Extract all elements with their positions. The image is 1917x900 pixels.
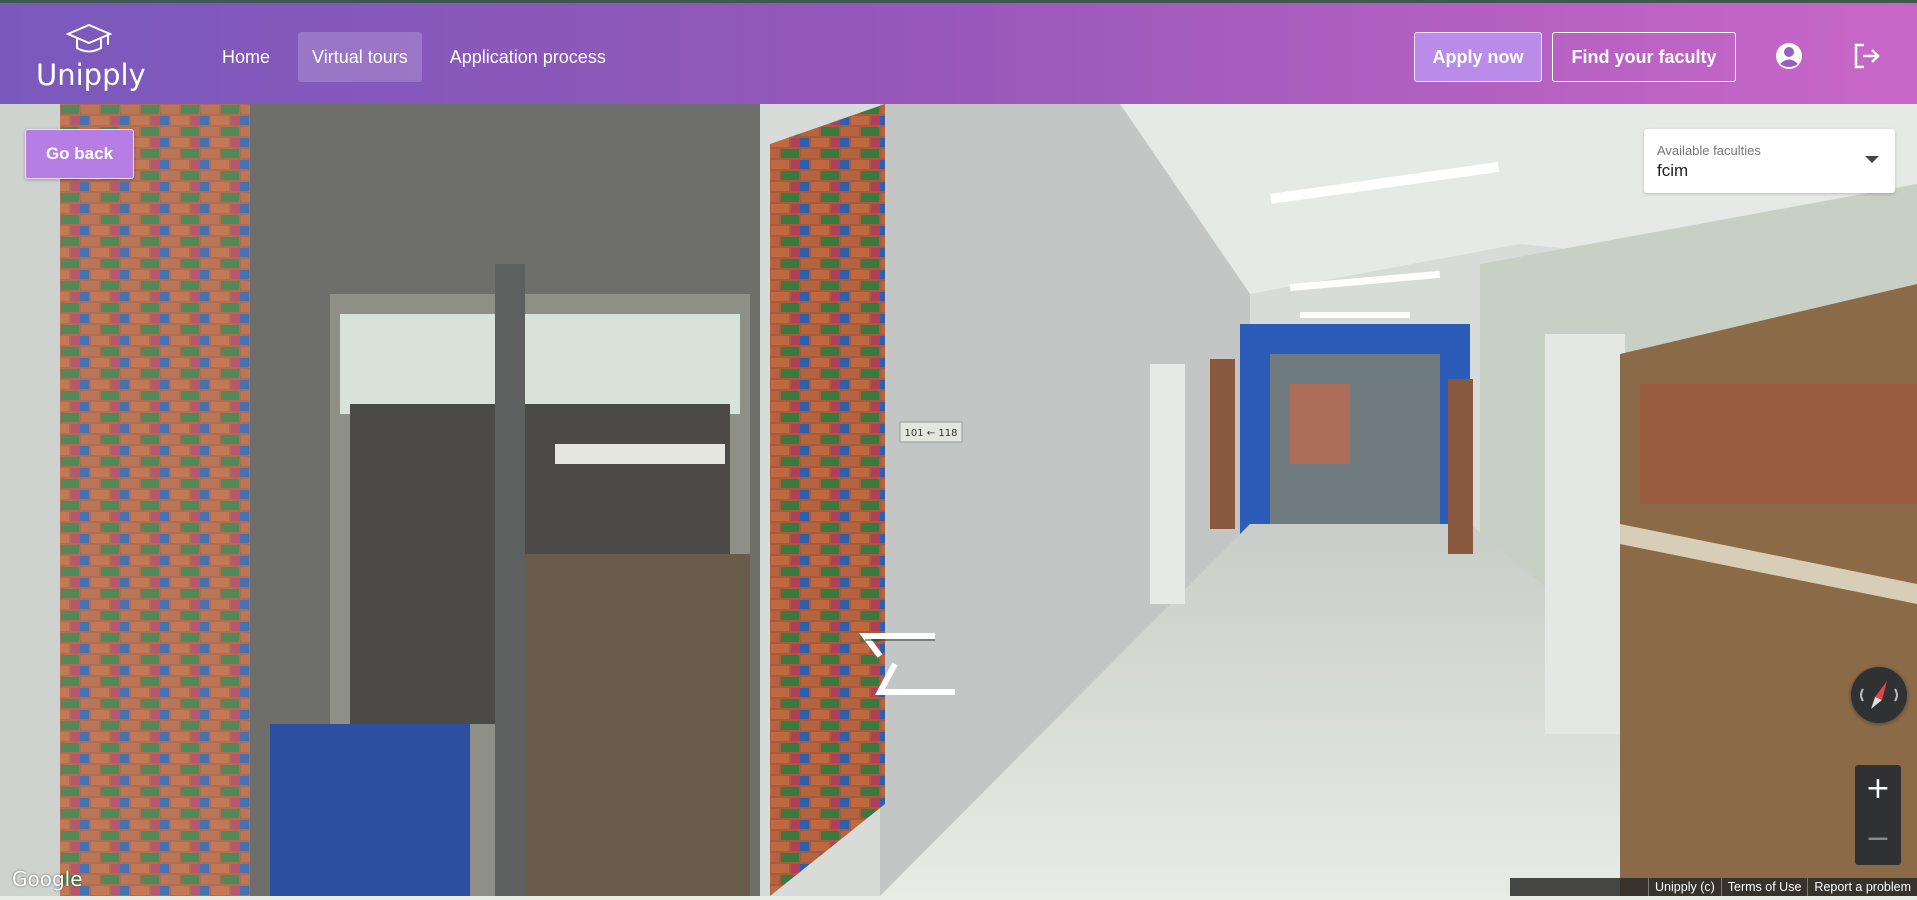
compass-control[interactable] xyxy=(1851,667,1907,723)
top-navbar: Unipply Home Virtual tours Application p… xyxy=(0,0,1917,104)
go-back-button[interactable]: Go back xyxy=(25,129,134,179)
chevron-down-icon xyxy=(1865,156,1879,163)
map-footer-bar: Unipply (c) Terms of Use Report a proble… xyxy=(1510,878,1917,896)
footer-terms-link[interactable]: Terms of Use xyxy=(1720,878,1808,896)
app-logo[interactable]: Unipply xyxy=(36,23,146,95)
faculty-select[interactable]: Available faculties fcim xyxy=(1644,129,1895,193)
account-circle-icon[interactable] xyxy=(1774,41,1804,71)
main-nav: Home Virtual tours Application process xyxy=(208,32,620,82)
app-name: Unipply xyxy=(36,58,146,92)
zoom-control: + − xyxy=(1855,765,1901,865)
google-logo[interactable]: Google xyxy=(12,867,83,891)
footer-report-link[interactable]: Report a problem xyxy=(1807,878,1917,896)
nav-virtual-tours[interactable]: Virtual tours xyxy=(298,32,422,82)
room-sign: 101 ← 118 xyxy=(905,428,958,439)
street-view-panorama[interactable]: 101 ← 118 xyxy=(0,104,1917,896)
logout-icon[interactable] xyxy=(1852,41,1882,71)
apply-now-button[interactable]: Apply now xyxy=(1414,32,1542,82)
panorama-scene: 101 ← 118 xyxy=(0,104,1917,896)
find-faculty-button[interactable]: Find your faculty xyxy=(1552,32,1736,82)
nav-application-process[interactable]: Application process xyxy=(436,32,620,82)
footer-copyright: Unipply (c) xyxy=(1648,878,1721,896)
graduation-cap-icon xyxy=(66,23,112,53)
page-bottom-strip xyxy=(0,896,1917,900)
zoom-in-button[interactable]: + xyxy=(1855,765,1901,815)
nav-home[interactable]: Home xyxy=(208,32,284,82)
faculty-select-value: fcim xyxy=(1657,161,1689,180)
zoom-out-button[interactable]: − xyxy=(1855,815,1901,865)
compass-icon xyxy=(1860,681,1898,709)
faculty-select-label: Available faculties xyxy=(1657,143,1761,158)
